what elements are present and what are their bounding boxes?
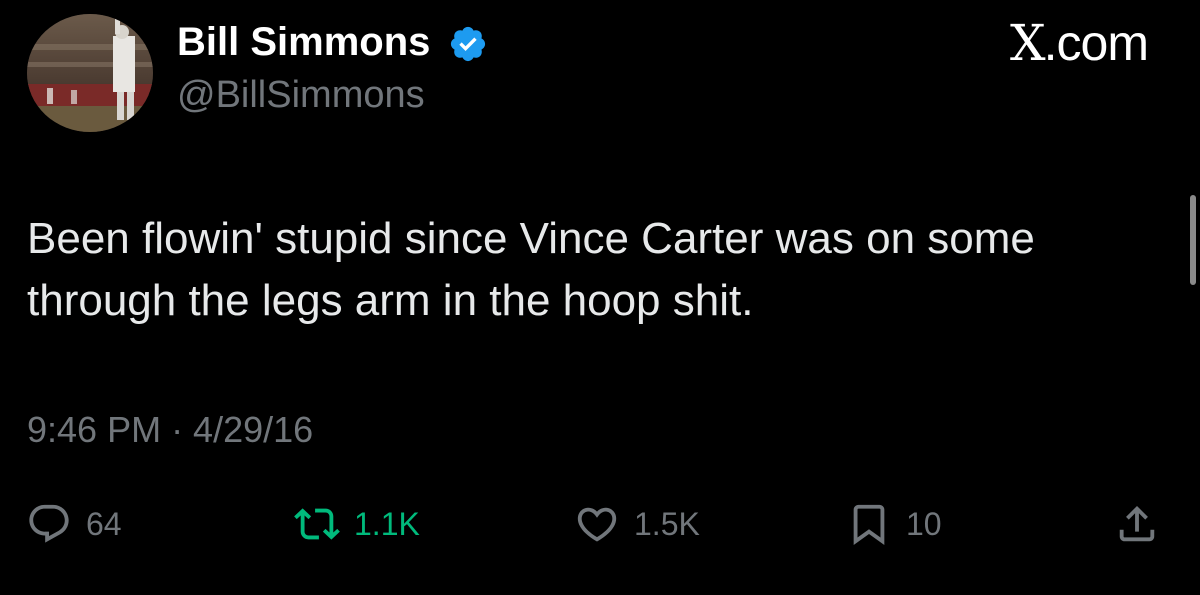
author-handle[interactable]: @BillSimmons [177, 72, 425, 118]
brand-domain: .com [1043, 15, 1149, 71]
tweet-text: Been flowin' stupid since Vince Carter w… [27, 208, 1177, 332]
retweet-count: 1.1K [354, 506, 420, 542]
bookmark-icon [853, 504, 885, 545]
reply-count: 64 [86, 506, 122, 542]
verified-badge-icon [450, 26, 486, 62]
avatar-photo [27, 14, 153, 132]
x-logo-mark: X [1010, 14, 1046, 72]
share-button[interactable] [1114, 500, 1160, 548]
scrollbar[interactable] [1190, 195, 1196, 285]
share-icon [1119, 505, 1155, 542]
retweet-button[interactable]: 1.1K [294, 500, 420, 548]
like-button[interactable]: 1.5K [574, 500, 700, 548]
retweet-icon [294, 508, 340, 540]
tweet-text-line: through the legs arm in the hoop shit. [27, 276, 754, 325]
tweet-text-line: Been flowin' stupid since Vince Carter w… [27, 214, 1035, 263]
tweet-card: Bill Simmons @BillSimmons X.com Been flo… [0, 0, 1200, 595]
bookmark-button[interactable]: 10 [846, 500, 942, 548]
like-count: 1.5K [634, 506, 700, 542]
tweet-timestamp[interactable]: 9:46 PM · 4/29/16 [27, 408, 313, 452]
avatar[interactable] [27, 14, 153, 132]
brand-logo[interactable]: X.com [1010, 14, 1149, 72]
like-icon [577, 507, 617, 542]
reply-button[interactable]: 64 [26, 500, 122, 548]
reply-icon [29, 504, 69, 543]
bookmark-count: 10 [906, 506, 942, 542]
author-name[interactable]: Bill Simmons [177, 18, 430, 66]
